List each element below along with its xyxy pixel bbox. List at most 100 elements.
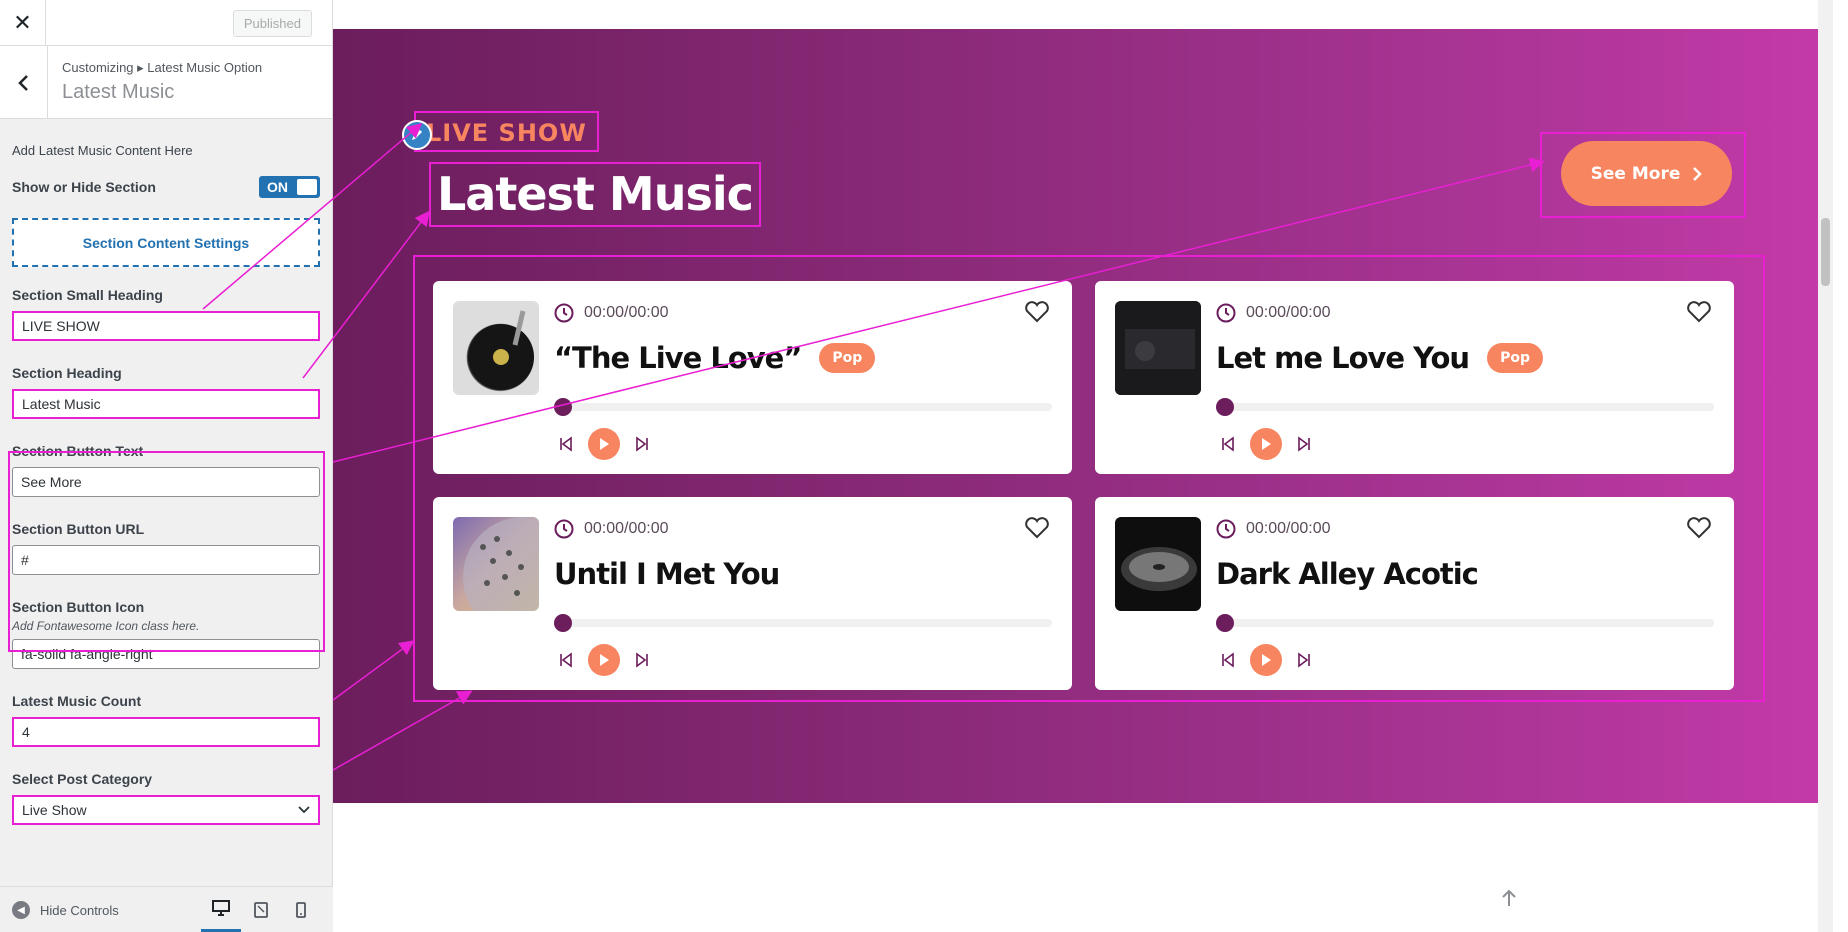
- track-title: Let me Love You Pop: [1216, 341, 1543, 375]
- play-icon: [600, 654, 609, 666]
- skip-back-icon[interactable]: [1220, 652, 1236, 668]
- edit-shortcut-button[interactable]: [402, 120, 432, 150]
- tablet-preview-button[interactable]: [241, 887, 281, 932]
- scrollbar-thumb[interactable]: [1821, 218, 1830, 286]
- player-controls: [558, 428, 650, 460]
- track-thumbnail: [453, 301, 539, 395]
- skip-forward-icon[interactable]: [634, 436, 650, 452]
- chevron-left-icon: [17, 74, 28, 91]
- preview-small-heading[interactable]: LIVE SHOW: [414, 111, 599, 152]
- skip-back-icon[interactable]: [558, 652, 574, 668]
- category-selected-value: Live Show: [22, 802, 87, 818]
- device-preview-switcher: [201, 887, 321, 932]
- track-title: Dark Alley Acotic: [1216, 557, 1479, 591]
- customizer-topbar: ✕ Published: [0, 0, 332, 46]
- player-controls: [1220, 644, 1312, 676]
- track-title: “The Live Love” Pop: [554, 341, 876, 375]
- player-controls: [558, 644, 650, 676]
- track-thumbnail: [1115, 517, 1201, 611]
- progress-handle[interactable]: [1216, 614, 1234, 632]
- customizer-footer: ◀ Hide Controls: [0, 886, 333, 932]
- progress-handle[interactable]: [1216, 398, 1234, 416]
- toggle-knob: [297, 179, 317, 195]
- heart-icon[interactable]: [1024, 301, 1050, 323]
- see-more-button[interactable]: See More: [1561, 141, 1732, 206]
- track-time: 00:00/00:00: [554, 303, 669, 323]
- scroll-to-top-icon[interactable]: [1500, 888, 1518, 908]
- play-button[interactable]: [1250, 428, 1282, 460]
- progress-bar[interactable]: [554, 398, 1052, 416]
- track-thumbnail: [453, 517, 539, 611]
- section-content-settings-button[interactable]: Section Content Settings: [12, 218, 320, 267]
- play-button[interactable]: [588, 644, 620, 676]
- show-hide-row: Show or Hide Section ON: [12, 176, 320, 198]
- preview-heading[interactable]: Latest Music: [429, 162, 761, 227]
- mobile-preview-button[interactable]: [281, 887, 321, 932]
- customizer-sidebar: ✕ Published Customizing ▸ Latest Music O…: [0, 0, 333, 932]
- tablet-icon: [254, 902, 268, 918]
- clock-icon: [554, 303, 574, 323]
- see-more-label: See More: [1590, 163, 1681, 184]
- button-settings-highlight: [8, 451, 325, 652]
- progress-bar[interactable]: [1216, 398, 1714, 416]
- track-time-text: 00:00/00:00: [1246, 520, 1331, 537]
- category-select[interactable]: Live Show: [12, 795, 320, 825]
- clock-icon: [554, 519, 574, 539]
- genre-badge: Pop: [1487, 343, 1543, 373]
- show-hide-toggle[interactable]: ON: [259, 176, 320, 198]
- play-button[interactable]: [1250, 644, 1282, 676]
- music-count-input[interactable]: 4: [12, 717, 320, 747]
- heart-icon[interactable]: [1024, 517, 1050, 539]
- published-button[interactable]: Published: [232, 10, 312, 37]
- heart-icon[interactable]: [1686, 517, 1712, 539]
- toggle-text: ON: [267, 179, 288, 195]
- section-header: Customizing ▸ Latest Music Option Latest…: [0, 46, 332, 119]
- desktop-icon: [212, 900, 230, 916]
- progress-bar[interactable]: [1216, 614, 1714, 632]
- skip-forward-icon[interactable]: [1296, 652, 1312, 668]
- track-title-text: Dark Alley Acotic: [1216, 557, 1479, 591]
- track-time-text: 00:00/00:00: [1246, 304, 1331, 321]
- track-time: 00:00/00:00: [554, 519, 669, 539]
- music-card: 00:00/00:00 Let me Love You Pop: [1095, 281, 1734, 474]
- track-time-text: 00:00/00:00: [584, 520, 669, 537]
- skip-back-icon[interactable]: [1220, 436, 1236, 452]
- hide-controls-button[interactable]: ◀ Hide Controls: [12, 901, 119, 919]
- latest-music-section: LIVE SHOW Latest Music See More 00:00/00…: [333, 29, 1833, 803]
- progress-handle[interactable]: [554, 398, 572, 416]
- collapse-arrow-icon: ◀: [12, 901, 30, 919]
- play-icon: [1262, 654, 1271, 666]
- play-button[interactable]: [588, 428, 620, 460]
- music-card: 00:00/00:00 Until I Met You: [433, 497, 1072, 690]
- show-hide-label: Show or Hide Section: [12, 179, 156, 195]
- site-preview: LIVE SHOW Latest Music See More 00:00/00…: [333, 0, 1833, 932]
- player-controls: [1220, 428, 1312, 460]
- track-time-text: 00:00/00:00: [584, 304, 669, 321]
- skip-forward-icon[interactable]: [634, 652, 650, 668]
- section-description: Add Latest Music Content Here: [12, 143, 193, 158]
- track-title-text: Let me Love You: [1216, 341, 1470, 375]
- angle-right-icon: [1693, 166, 1703, 181]
- small-heading-input[interactable]: LIVE SHOW: [12, 311, 320, 341]
- skip-forward-icon[interactable]: [1296, 436, 1312, 452]
- pencil-icon: [412, 130, 422, 140]
- mobile-icon: [296, 902, 306, 918]
- desktop-preview-button[interactable]: [201, 887, 241, 932]
- back-button[interactable]: [0, 46, 48, 119]
- progress-handle[interactable]: [554, 614, 572, 632]
- category-label: Select Post Category: [12, 771, 153, 787]
- genre-badge: Pop: [819, 343, 876, 373]
- close-customizer-button[interactable]: ✕: [0, 0, 46, 46]
- track-title: Until I Met You: [554, 557, 780, 591]
- heading-input[interactable]: Latest Music: [12, 389, 320, 419]
- small-heading-label: Section Small Heading: [12, 287, 163, 303]
- progress-bar[interactable]: [554, 614, 1052, 632]
- breadcrumb: Customizing ▸ Latest Music Option: [62, 60, 263, 75]
- chevron-down-icon: [298, 806, 310, 814]
- clock-icon: [1216, 519, 1236, 539]
- heading-label: Section Heading: [12, 365, 122, 381]
- heart-icon[interactable]: [1686, 301, 1712, 323]
- skip-back-icon[interactable]: [558, 436, 574, 452]
- music-count-label: Latest Music Count: [12, 693, 142, 709]
- preview-scrollbar[interactable]: [1818, 0, 1833, 932]
